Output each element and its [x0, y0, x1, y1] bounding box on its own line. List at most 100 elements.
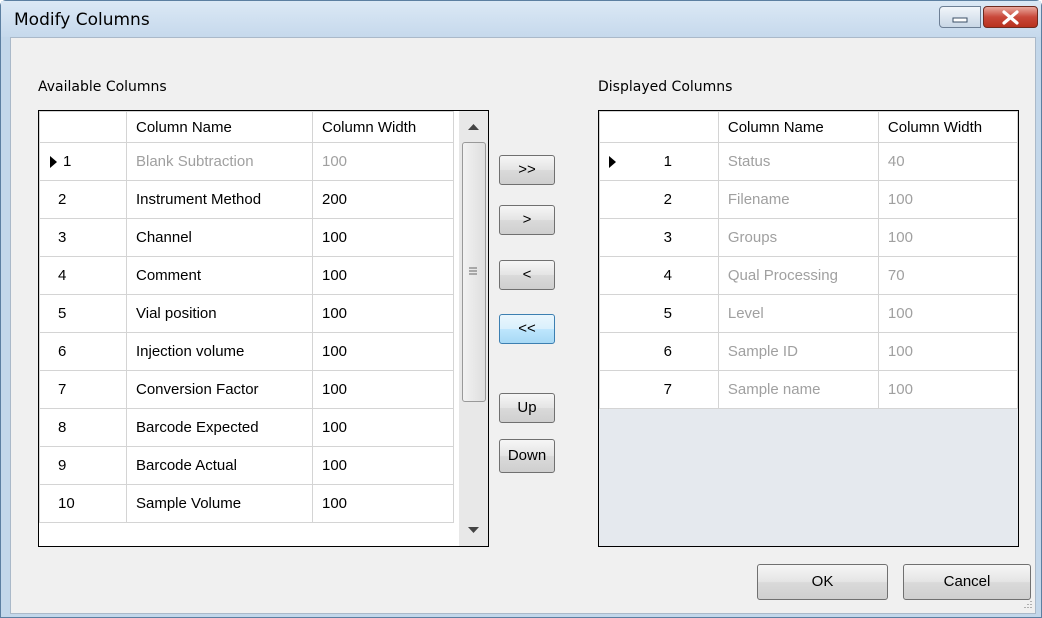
ok-button[interactable]: OK — [757, 564, 888, 600]
column-name-cell[interactable]: Injection volume — [126, 332, 313, 371]
column-name-cell[interactable]: Vial position — [126, 294, 313, 333]
column-name-cell[interactable]: Sample Volume — [126, 484, 313, 523]
scroll-down-arrow-icon[interactable] — [459, 516, 488, 546]
column-name-cell[interactable]: Instrument Method — [126, 180, 313, 219]
table-row[interactable]: 1 Status 40 — [599, 142, 1018, 181]
row-number-cell[interactable]: 6 — [39, 332, 127, 371]
table-row[interactable]: 2 Instrument Method 200 — [39, 180, 454, 219]
row-number-cell[interactable]: 3 — [599, 218, 719, 257]
row-number: 9 — [58, 457, 67, 474]
scroll-up-arrow-icon[interactable] — [459, 111, 488, 141]
table-row[interactable]: 6 Sample ID 100 — [599, 332, 1018, 371]
column-width-cell[interactable]: 100 — [312, 446, 454, 485]
row-number-cell[interactable]: 6 — [599, 332, 719, 371]
displayed-columns-grid[interactable]: Column Name Column Width 1 Status 40 2 Filen… — [598, 110, 1019, 547]
column-width-cell[interactable]: 100 — [312, 332, 454, 371]
table-row[interactable]: 5 Level 100 — [599, 294, 1018, 333]
remove-all-button[interactable]: << — [499, 314, 555, 344]
column-name-cell[interactable]: Conversion Factor — [126, 370, 313, 409]
column-name-cell[interactable]: Qual Processing — [717, 256, 879, 295]
column-width-cell[interactable]: 100 — [312, 484, 454, 523]
window-title: Modify Columns — [14, 10, 150, 30]
row-number: 3 — [58, 229, 67, 246]
column-name-cell[interactable]: Channel — [126, 218, 313, 257]
add-button[interactable]: > — [499, 205, 555, 235]
column-width-cell[interactable]: 100 — [312, 294, 454, 333]
title-bar[interactable]: Modify Columns — [1, 1, 1041, 37]
row-number-cell[interactable]: 8 — [39, 408, 127, 447]
dialog-body: Available Columns Column Name Column Wid… — [10, 37, 1036, 614]
row-number-cell[interactable]: 2 — [39, 180, 127, 219]
table-row[interactable]: 8 Barcode Expected 100 — [39, 408, 454, 447]
table-row[interactable]: 10 Sample Volume 100 — [39, 484, 454, 523]
table-row[interactable]: 2 Filename 100 — [599, 180, 1018, 219]
column-header-width[interactable]: Column Width — [312, 111, 454, 143]
row-number: 6 — [663, 343, 672, 360]
row-number: 4 — [58, 267, 67, 284]
column-width-cell[interactable]: 40 — [877, 142, 1018, 181]
row-number: 2 — [58, 191, 67, 208]
table-row[interactable]: 3 Channel 100 — [39, 218, 454, 257]
column-width-cell[interactable]: 100 — [312, 370, 454, 409]
close-button[interactable] — [983, 6, 1038, 28]
column-name-cell[interactable]: Sample name — [717, 370, 879, 409]
column-name-cell[interactable]: Blank Subtraction — [126, 142, 313, 181]
scroll-thumb[interactable] — [462, 142, 486, 402]
row-number-cell[interactable]: 7 — [599, 370, 719, 409]
column-width-cell[interactable]: 100 — [312, 256, 454, 295]
column-name-cell[interactable]: Barcode Actual — [126, 446, 313, 485]
row-number-cell[interactable]: 3 — [39, 218, 127, 257]
row-number-cell[interactable]: 5 — [599, 294, 719, 333]
column-width-cell[interactable]: 100 — [312, 142, 454, 181]
row-number-cell[interactable]: 2 — [599, 180, 719, 219]
table-row[interactable]: 5 Vial position 100 — [39, 294, 454, 333]
table-row[interactable]: 7 Sample name 100 — [599, 370, 1018, 409]
column-header-name[interactable]: Column Name — [717, 111, 879, 143]
column-name-cell[interactable]: Level — [717, 294, 879, 333]
row-number-cell[interactable]: 9 — [39, 446, 127, 485]
table-row[interactable]: 1 Blank Subtraction 100 — [39, 142, 454, 181]
row-number: 2 — [663, 191, 672, 208]
column-header-width[interactable]: Column Width — [877, 111, 1018, 143]
row-number-cell[interactable]: 1 — [39, 142, 127, 181]
available-columns-grid[interactable]: Column Name Column Width 1 Blank Subtract… — [38, 110, 489, 547]
column-width-cell[interactable]: 100 — [877, 180, 1018, 219]
row-number-cell[interactable]: 1 — [599, 142, 719, 181]
column-width-cell[interactable]: 100 — [877, 370, 1018, 409]
resize-grip-icon[interactable] — [1021, 599, 1033, 611]
add-all-button[interactable]: >> — [499, 155, 555, 185]
table-row[interactable]: 4 Comment 100 — [39, 256, 454, 295]
column-width-cell[interactable]: 200 — [312, 180, 454, 219]
column-name-cell[interactable]: Sample ID — [717, 332, 879, 371]
row-number-cell[interactable]: 4 — [599, 256, 719, 295]
column-width-cell[interactable]: 100 — [877, 294, 1018, 333]
minimize-button[interactable] — [939, 6, 981, 28]
table-row[interactable]: 9 Barcode Actual 100 — [39, 446, 454, 485]
row-number-cell[interactable]: 10 — [39, 484, 127, 523]
row-number-cell[interactable]: 5 — [39, 294, 127, 333]
move-down-button[interactable]: Down — [499, 439, 555, 473]
table-row[interactable]: 4 Qual Processing 70 — [599, 256, 1018, 295]
row-number-cell[interactable]: 4 — [39, 256, 127, 295]
table-row[interactable]: 3 Groups 100 — [599, 218, 1018, 257]
column-header-name[interactable]: Column Name — [126, 111, 313, 143]
row-number: 4 — [663, 267, 672, 284]
column-name-cell[interactable]: Barcode Expected — [126, 408, 313, 447]
remove-button[interactable]: < — [499, 260, 555, 290]
vertical-scrollbar[interactable] — [459, 111, 488, 546]
move-up-button[interactable]: Up — [499, 393, 555, 423]
column-name-cell[interactable]: Comment — [126, 256, 313, 295]
column-width-cell[interactable]: 100 — [312, 218, 454, 257]
column-width-cell[interactable]: 100 — [877, 332, 1018, 371]
column-width-cell[interactable]: 70 — [877, 256, 1018, 295]
row-number-cell[interactable]: 7 — [39, 370, 127, 409]
cancel-button[interactable]: Cancel — [903, 564, 1031, 600]
column-name-cell[interactable]: Status — [717, 142, 879, 181]
table-row[interactable]: 7 Conversion Factor 100 — [39, 370, 454, 409]
column-width-cell[interactable]: 100 — [312, 408, 454, 447]
column-name-cell[interactable]: Groups — [717, 218, 879, 257]
column-name-cell[interactable]: Filename — [717, 180, 879, 219]
restore-button[interactable] — [980, 6, 981, 28]
table-row[interactable]: 6 Injection volume 100 — [39, 332, 454, 371]
column-width-cell[interactable]: 100 — [877, 218, 1018, 257]
